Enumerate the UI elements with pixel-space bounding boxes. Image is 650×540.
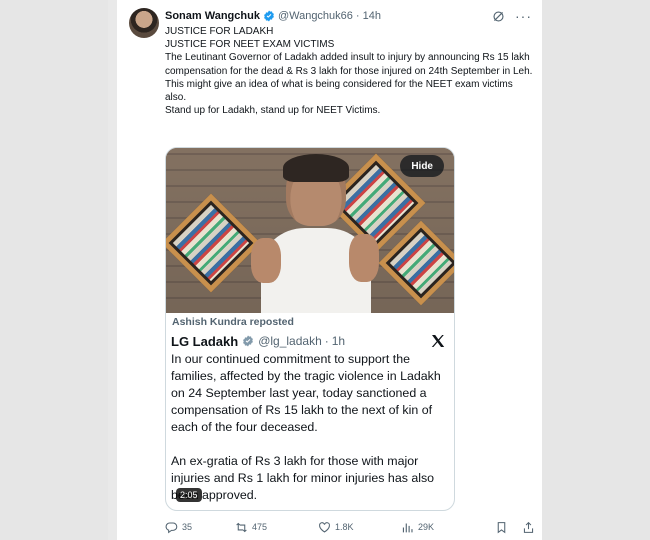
repost-label: Ashish Kundra reposted (172, 316, 294, 328)
speaker-figure (251, 154, 379, 313)
like-count: 1.8K (335, 522, 354, 532)
video-card[interactable]: Hide Ashish Kundra reposted LG Ladakh @l… (165, 147, 455, 511)
share-icon[interactable] (522, 521, 535, 534)
x-logo-icon (431, 335, 445, 347)
action-bar-end (495, 521, 535, 534)
inner-author-name: LG Ladakh (171, 333, 239, 349)
tweet-line: The Leutinant Governor of Ladakh added i… (165, 52, 533, 77)
author-handle[interactable]: @Wangchuk66 (278, 10, 353, 22)
views-count: 29K (418, 522, 435, 532)
hide-button[interactable]: Hide (400, 155, 444, 177)
tweet: Sonam Wangchuk @Wangchuk66 · 14h ··· JUS… (117, 0, 542, 540)
views-icon (402, 522, 413, 532)
verified-badge-icon (263, 10, 275, 22)
repost-button[interactable]: 475 (235, 521, 318, 534)
header-icons: ··· (492, 9, 532, 23)
reply-count: 35 (182, 522, 193, 532)
grok-icon[interactable] (492, 10, 505, 23)
more-icon[interactable]: ··· (515, 9, 532, 23)
tweet-line: JUSTICE FOR LADAKH (165, 26, 274, 37)
bookmark-icon[interactable] (495, 521, 508, 534)
right-background (542, 0, 650, 540)
views-button[interactable]: 29K (401, 521, 483, 534)
tweet-text: JUSTICE FOR LADAKH JUSTICE FOR NEET EXAM… (165, 25, 535, 117)
inner-paragraph: In our continued commitment to support t… (171, 352, 441, 434)
tweet-header: Sonam Wangchuk @Wangchuk66 · 14h ··· (165, 8, 532, 24)
inner-post-header: LG Ladakh @lg_ladakh · 1h (171, 332, 446, 350)
inner-verified-icon (242, 335, 254, 347)
avatar[interactable] (129, 8, 159, 38)
inner-separator: · (324, 334, 329, 348)
tweet-line: JUSTICE FOR NEET EXAM VICTIMS (165, 39, 335, 51)
inner-paragraph: An ex-gratia of Rs 3 lakh for those with… (171, 454, 435, 502)
tweet-line: Stand up for Ladakh, stand up for NEET V… (165, 105, 381, 117)
like-button[interactable]: 1.8K (318, 521, 401, 534)
inner-timestamp: 1h (331, 334, 346, 348)
reply-icon (165, 522, 178, 533)
repost-count: 475 (252, 522, 268, 532)
video-frame[interactable]: Hide (166, 148, 454, 313)
reply-button[interactable]: 35 (165, 521, 235, 534)
inner-post-text: In our continued commitment to support t… (171, 351, 454, 510)
video-duration: 2:05 (176, 488, 202, 502)
separator: · (355, 10, 360, 22)
inner-author-handle: @lg_ladakh (258, 334, 322, 348)
left-background (0, 0, 108, 540)
timestamp[interactable]: 14h (363, 10, 381, 22)
author-name[interactable]: Sonam Wangchuk (165, 10, 260, 22)
repost-icon (236, 522, 247, 532)
tweet-line: This might give an idea of what is being… (165, 78, 513, 104)
like-icon (319, 521, 330, 533)
action-bar: 35 475 1.8K 29K (165, 519, 535, 535)
